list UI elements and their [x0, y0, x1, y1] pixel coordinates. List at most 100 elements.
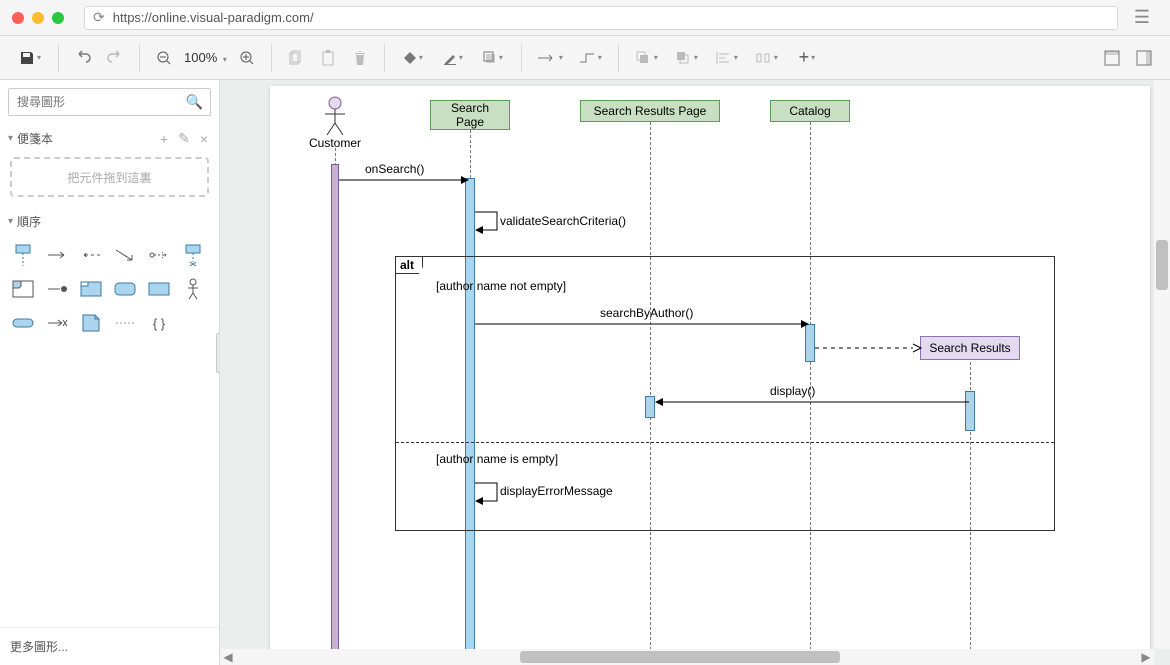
save-button[interactable]: ▾: [10, 42, 50, 74]
arrow-icon: [537, 51, 557, 65]
sequence-title: 順序: [17, 213, 41, 230]
fill-button[interactable]: ▾: [393, 42, 433, 74]
shadow-button[interactable]: ▾: [473, 42, 513, 74]
shape-search-input[interactable]: [8, 88, 211, 116]
lifeline-catalog[interactable]: Catalog: [770, 100, 850, 122]
redo-icon: [107, 50, 123, 66]
scroll-right-icon[interactable]: ▶: [1138, 649, 1154, 665]
align-button[interactable]: ▾: [707, 42, 747, 74]
distribute-button[interactable]: ▾: [747, 42, 787, 74]
window-controls: [12, 12, 64, 24]
actor-customer[interactable]: Customer: [305, 96, 365, 150]
delete-button[interactable]: [344, 42, 376, 74]
fragment-divider: [396, 442, 1054, 443]
scroll-left-icon[interactable]: ◀: [220, 649, 236, 665]
shape-lifeline[interactable]: [8, 240, 38, 270]
collapse-icon: ▾: [8, 216, 13, 227]
zoom-out-button[interactable]: [148, 42, 180, 74]
pencil-icon: [443, 51, 457, 65]
to-front-button[interactable]: ▾: [627, 42, 667, 74]
plus-icon: +: [799, 47, 810, 68]
scratchpad-hint: 把元件拖到這裏: [67, 169, 151, 186]
horizontal-scrollbar[interactable]: ◀ ▶: [220, 649, 1154, 665]
guard-2: [author name is empty]: [436, 452, 558, 466]
msg-search-label: searchByAuthor(): [600, 306, 693, 320]
shape-object[interactable]: [144, 274, 174, 304]
format-icon: [1136, 50, 1152, 66]
connector-button[interactable]: ▾: [530, 42, 570, 74]
zoom-level[interactable]: 100% ▾: [180, 50, 231, 65]
horizontal-scroll-thumb[interactable]: [520, 651, 840, 663]
app-toolbar: ▾ 100% ▾ ▾ ▾ ▾ ▾ ▾ ▾ ▾ ▾ ▾ +▾: [0, 36, 1170, 80]
msg-display-label: display(): [770, 384, 815, 398]
sequence-header[interactable]: ▾ 順序: [0, 207, 219, 236]
shape-note[interactable]: [76, 308, 106, 338]
edit-scratch-icon[interactable]: ✎: [175, 130, 193, 147]
copy-icon: [289, 50, 303, 66]
copy-button[interactable]: [280, 42, 312, 74]
undo-button[interactable]: [67, 42, 99, 74]
activation-customer[interactable]: [331, 164, 339, 665]
shape-destroy[interactable]: [42, 308, 72, 338]
more-shapes-link[interactable]: 更多圖形...: [0, 627, 219, 665]
shape-continuation[interactable]: [110, 274, 140, 304]
reload-icon[interactable]: ⟳: [93, 9, 105, 26]
sidebar: 🔍 ▾ 便箋本 + ✎ × 把元件拖到這裏 ▾ 順序: [0, 80, 220, 665]
browser-chrome: ⟳ https://online.visual-paradigm.com/ ☰: [0, 0, 1170, 36]
shape-anchor[interactable]: [110, 308, 140, 338]
actor-icon: [320, 96, 350, 136]
scratchpad-title: 便箋本: [17, 130, 53, 147]
scratchpad-header[interactable]: ▾ 便箋本 + ✎ ×: [0, 124, 219, 153]
lifeline-search-page[interactable]: Search Page: [430, 100, 510, 130]
main-area: 🔍 ▾ 便箋本 + ✎ × 把元件拖到這裏 ▾ 順序: [0, 80, 1170, 665]
diagram-paper[interactable]: Customer Search Page Search Results Page…: [270, 86, 1150, 665]
shape-constraint[interactable]: { }: [144, 308, 174, 338]
canvas[interactable]: Customer Search Page Search Results Page…: [220, 80, 1170, 665]
front-icon: [636, 51, 652, 65]
vertical-scrollbar[interactable]: [1154, 80, 1170, 649]
shape-lost[interactable]: [42, 274, 72, 304]
redo-button[interactable]: [99, 42, 131, 74]
waypoint-button[interactable]: ▾: [570, 42, 610, 74]
zoom-in-icon: [239, 50, 255, 66]
align-icon: [716, 51, 732, 65]
shape-endpoint[interactable]: [178, 240, 208, 270]
maximize-window-button[interactable]: [52, 12, 64, 24]
address-bar[interactable]: ⟳ https://online.visual-paradigm.com/: [84, 6, 1118, 30]
shape-ref[interactable]: [76, 274, 106, 304]
minimize-window-button[interactable]: [32, 12, 44, 24]
paste-icon: [321, 50, 335, 66]
shape-return[interactable]: [76, 240, 106, 270]
shape-async[interactable]: [110, 240, 140, 270]
add-scratch-icon[interactable]: +: [157, 131, 171, 147]
guard-1: [author name not empty]: [436, 279, 566, 293]
search-icon[interactable]: 🔍: [186, 94, 203, 111]
message-create-results[interactable]: [815, 342, 923, 354]
outline-icon: [1104, 50, 1120, 66]
close-window-button[interactable]: [12, 12, 24, 24]
add-button[interactable]: +▾: [787, 42, 827, 74]
shape-frame[interactable]: [8, 274, 38, 304]
url-text: https://online.visual-paradigm.com/: [113, 10, 314, 25]
shape-gate[interactable]: [8, 308, 38, 338]
paste-button[interactable]: [312, 42, 344, 74]
browser-menu-icon[interactable]: ☰: [1126, 6, 1158, 30]
vertical-scroll-thumb[interactable]: [1156, 240, 1168, 290]
close-scratch-icon[interactable]: ×: [197, 131, 211, 147]
outline-panel-button[interactable]: [1096, 42, 1128, 74]
collapse-icon: ▾: [8, 133, 13, 144]
to-back-button[interactable]: ▾: [667, 42, 707, 74]
format-panel-button[interactable]: [1128, 42, 1160, 74]
shape-found[interactable]: [144, 240, 174, 270]
shape-actor[interactable]: [178, 274, 208, 304]
stroke-button[interactable]: ▾: [433, 42, 473, 74]
save-icon: [19, 50, 35, 66]
scratchpad-dropzone[interactable]: 把元件拖到這裏: [10, 157, 209, 197]
shadow-icon: [483, 51, 497, 65]
shape-message[interactable]: [42, 240, 72, 270]
lifeline-results-page[interactable]: Search Results Page: [580, 100, 720, 122]
back-icon: [676, 51, 692, 65]
fragment-operator: alt: [395, 256, 423, 274]
zoom-in-button[interactable]: [231, 42, 263, 74]
fill-icon: [403, 51, 417, 65]
